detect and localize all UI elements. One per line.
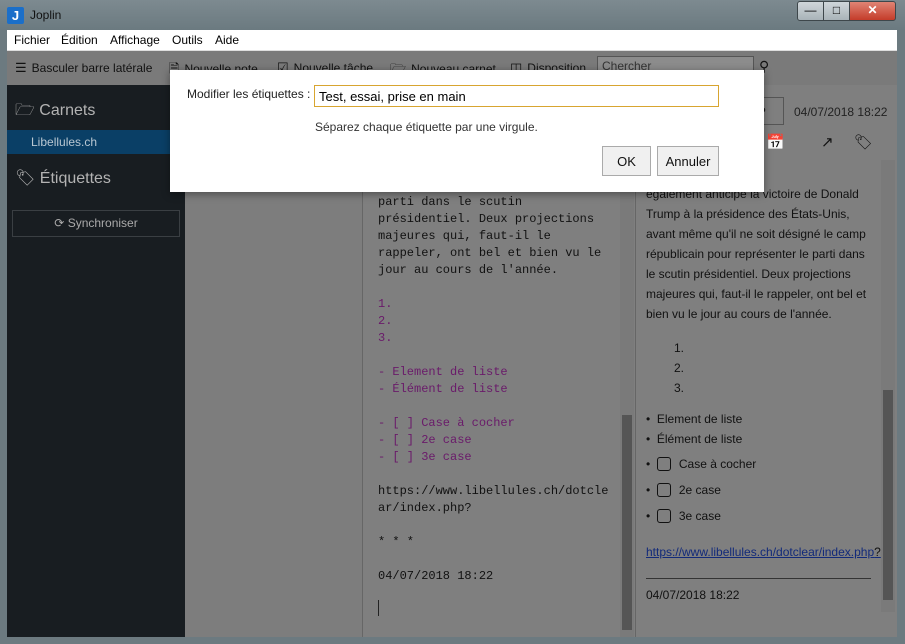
checkbox-item: • Case à cocher [646,457,757,471]
toggle-sidebar-label: Basculer barre latérale [31,61,153,75]
viewer-text-line: avant même qu'il ne soit désigné le camp [646,227,866,241]
sync-button[interactable]: ⟳ Synchroniser [12,210,180,237]
editor-line: - Element de liste [378,365,508,379]
note-link-line: https://www.libellules.ch/dotclear/index… [646,545,881,559]
folder-icon: 🗁 [15,102,35,119]
viewer-text-line: majeures qui, faut-il le rappeler, ont b… [646,287,867,301]
menu-outils[interactable]: Outils [172,33,203,47]
external-link-icon[interactable]: ↗ [821,133,834,151]
editor-line: 04/07/2018 18:22 [378,569,494,583]
refresh-icon: ⟳ [54,216,65,230]
notebooks-heading[interactable]: 🗁 Carnets [15,99,95,126]
link-suffix: ? [874,545,881,559]
hamburger-icon: ☰ [15,60,27,75]
editor-line: - [ ] 2e case [378,433,472,447]
ordered-item: 2. [674,361,685,375]
tags-icon[interactable]: 🏷 [854,133,873,151]
bullet-item-label: Élément de liste [656,432,743,446]
sidebar: 🗁 Carnets Libellules.ch 🏷 Étiquettes ⟳ S… [7,85,185,637]
note-date-top: 04/07/2018 18:22 [794,105,888,119]
minimize-button[interactable]: — [797,1,824,21]
ordered-item: 3. [674,381,685,395]
editor-line: * * * [378,535,415,549]
editor-line: parti dans le scutin [378,195,523,209]
viewer-text-line: bien vu le jour au cours de l'année. [646,307,832,321]
viewer-scroll-thumb[interactable] [883,390,893,600]
editor-line: jour au cours de l'année. [378,263,559,277]
window-title: Joplin [30,8,62,22]
bullet-item-label: Element de liste [656,412,743,426]
menu-fichier[interactable]: Fichier [14,33,50,47]
bullet-item: • Element de liste [646,412,743,426]
joplin-app-icon: J [7,7,24,24]
close-window-button[interactable]: ✕ [849,1,896,21]
text-cursor [378,600,379,616]
maximize-button[interactable]: □ [823,1,850,21]
menu-bar: Fichier Édition Affichage Outils Aide [7,30,897,51]
menu-affichage[interactable]: Affichage [110,33,160,47]
note-link[interactable]: https://www.libellules.ch/dotclear/index… [646,545,874,559]
checkbox[interactable] [656,457,671,471]
checkbox[interactable] [656,483,671,497]
checkbox-item: • 2e case [646,483,721,497]
tags-hint: Séparez chaque étiquette par une virgule… [315,120,538,134]
menu-edition[interactable]: Édition [61,33,98,47]
edit-tags-label: Modifier les étiquettes : [187,87,311,101]
viewer-text-line: républicain pour représenter le parti da… [646,247,865,261]
viewer-scrollbar[interactable] [881,160,895,612]
ok-button[interactable]: OK [602,146,651,176]
checkbox-label: 3e case [678,509,721,523]
sync-button-label: Synchroniser [67,216,138,230]
checkbox-label: Case à cocher [678,457,757,471]
sidebar-item-libellules[interactable]: Libellules.ch [7,130,185,154]
editor-line: - [ ] 3e case [378,450,472,464]
editor-line: - [ ] Case à cocher [378,416,515,430]
edit-tags-dialog: Modifier les étiquettes : Séparez chaque… [170,70,764,192]
ordered-item: 1. [674,341,685,355]
editor-scrollbar[interactable] [620,160,634,637]
tags-heading[interactable]: 🏷 Étiquettes [15,168,111,188]
viewer-content: ne. Le magazine avait également anticipé… [636,160,897,637]
viewer-text-line: Trump à la présidence des États-Unis, [646,207,850,221]
checkbox-item: • 3e case [646,509,721,523]
editor-line: ar/index.php? [378,501,472,515]
editor-line: majeures qui, faut-il le [378,229,551,243]
notebooks-heading-label: Carnets [39,102,96,119]
horizontal-rule [646,578,871,579]
toggle-sidebar-button[interactable]: ☰ Basculer barre latérale [15,60,152,76]
menu-aide[interactable]: Aide [215,33,239,47]
tags-icon: 🏷 [15,170,36,187]
editor-line: - Élément de liste [378,382,508,396]
tags-heading-label: Étiquettes [39,170,111,187]
editor-line: 2. [378,314,393,328]
checkbox-label: 2e case [678,483,721,497]
editor-line: rappeler, ont bel et bien vu le [378,246,602,260]
editor-line: 3. [378,331,393,345]
editor-line: https://www.libellules.ch/dotcle [378,484,609,498]
window-titlebar: J Joplin — □ ✕ [0,0,905,30]
note-date-bottom: 04/07/2018 18:22 [646,588,740,602]
editor-scroll-thumb[interactable] [622,415,632,630]
checkbox[interactable] [656,509,671,523]
cancel-button[interactable]: Annuler [657,146,719,176]
viewer-text-line: le scutin présidentiel. Deux projections [646,267,851,281]
tags-input[interactable] [314,85,719,107]
calendar-add-icon[interactable]: 📅 [766,133,785,151]
editor-line: présidentiel. Deux projections [378,212,595,226]
editor-line: 1. [378,297,393,311]
bullet-item: • Élément de liste [646,432,743,446]
